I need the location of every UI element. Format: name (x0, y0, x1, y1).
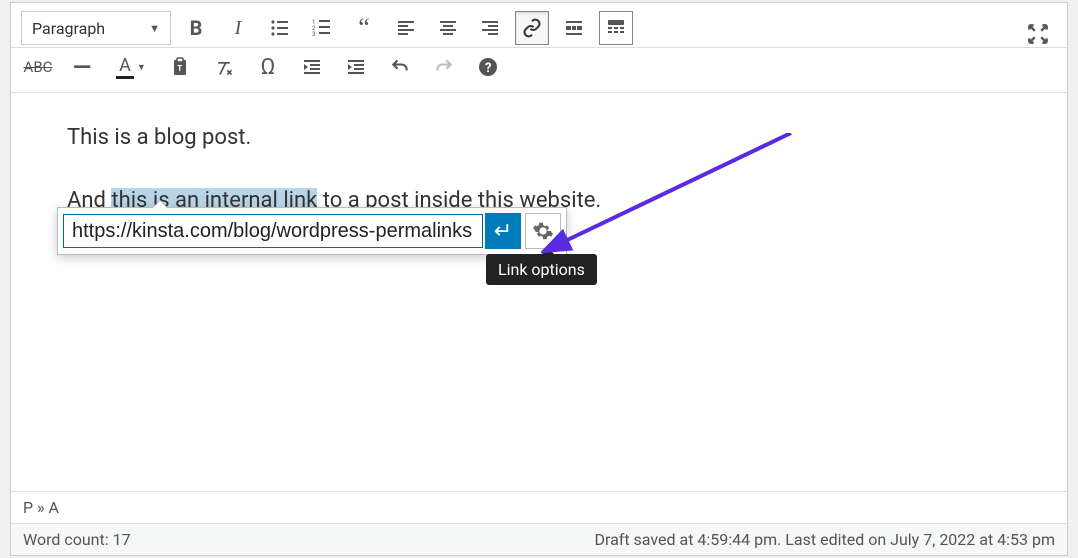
special-character-button[interactable]: Ω (251, 50, 285, 84)
align-right-button[interactable] (473, 11, 507, 45)
link-button[interactable] (515, 11, 549, 45)
chevron-down-icon: ▼ (149, 22, 160, 35)
toolbar-primary: Paragraph ▼ B I 123 “ (11, 3, 1067, 48)
italic-button[interactable]: I (221, 11, 255, 45)
element-path[interactable]: P » A (11, 491, 1067, 523)
link-options-button[interactable]: Link options (525, 213, 561, 249)
link-url-input[interactable] (63, 214, 483, 248)
svg-text:?: ? (485, 61, 491, 76)
format-dropdown-label: Paragraph (32, 19, 105, 38)
bold-button[interactable]: B (179, 11, 213, 45)
bulleted-list-button[interactable] (263, 11, 297, 45)
svg-text:T: T (177, 64, 182, 73)
link-inline-toolbar: ↵ Link options (57, 207, 567, 255)
outdent-button[interactable] (295, 50, 329, 84)
help-button[interactable]: ? (471, 50, 505, 84)
strikethrough-button[interactable]: ABC (21, 50, 55, 84)
indent-button[interactable] (339, 50, 373, 84)
align-left-button[interactable] (389, 11, 423, 45)
clear-formatting-button[interactable] (207, 50, 241, 84)
enter-icon: ↵ (494, 219, 512, 244)
link-options-tooltip: Link options (486, 254, 597, 285)
horizontal-rule-button[interactable]: — (65, 50, 99, 84)
undo-button[interactable] (383, 50, 417, 84)
word-count: Word count: 17 (23, 530, 131, 549)
format-dropdown[interactable]: Paragraph ▼ (21, 11, 171, 45)
distraction-free-button[interactable] (1025, 21, 1051, 47)
toolbar-toggle-button[interactable] (599, 11, 633, 45)
paragraph-1: This is a blog post. (67, 123, 1011, 154)
redo-button[interactable] (427, 50, 461, 84)
save-status: Draft saved at 4:59:44 pm. Last edited o… (594, 530, 1055, 549)
read-more-button[interactable] (557, 11, 591, 45)
numbered-list-button[interactable]: 123 (305, 11, 339, 45)
text-color-button[interactable]: A▼ (109, 50, 153, 84)
toolbar-secondary: ABC — A▼ T Ω ? (11, 48, 1067, 93)
status-bar: Word count: 17 Draft saved at 4:59:44 pm… (11, 523, 1067, 555)
svg-text:3: 3 (312, 31, 315, 38)
blockquote-button[interactable]: “ (347, 11, 381, 45)
align-center-button[interactable] (431, 11, 465, 45)
paste-as-text-button[interactable]: T (163, 50, 197, 84)
apply-link-button[interactable]: ↵ (485, 213, 521, 249)
editor-content[interactable]: This is a blog post. And this is an inte… (11, 93, 1067, 491)
gear-icon (532, 220, 554, 242)
